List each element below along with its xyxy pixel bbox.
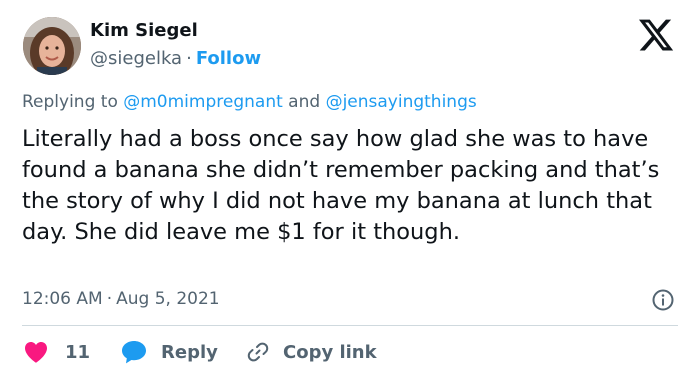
mention-link[interactable]: @m0mimpregnant xyxy=(123,92,283,112)
author-name[interactable]: Kim Siegel xyxy=(90,20,198,41)
tweet-timestamp[interactable]: 12:06 AM · Aug 5, 2021 xyxy=(22,289,220,309)
info-icon[interactable] xyxy=(651,288,675,312)
like-count: 11 xyxy=(65,341,91,363)
tweet-text: Literally had a boss once say how glad s… xyxy=(22,126,660,245)
divider xyxy=(22,325,678,326)
reply-conjunction: and xyxy=(288,92,321,112)
avatar[interactable] xyxy=(23,17,81,75)
reply-context: Replying to @m0mimpregnant and @jensayin… xyxy=(22,92,477,112)
follow-button[interactable]: Follow xyxy=(196,48,261,69)
handle-separator: · xyxy=(186,48,192,69)
reply-label: Reply xyxy=(161,341,218,363)
speech-bubble-icon xyxy=(122,341,146,364)
x-logo-icon[interactable] xyxy=(636,16,676,54)
tweet-date: Aug 5, 2021 xyxy=(116,289,220,309)
copy-link-label: Copy link xyxy=(283,341,377,363)
link-icon xyxy=(247,342,269,362)
tweet-time: 12:06 AM xyxy=(22,289,103,309)
mention-link[interactable]: @jensayingthings xyxy=(326,92,477,112)
timestamp-separator: · xyxy=(106,289,113,309)
author-handle-line: @siegelka · Follow xyxy=(90,48,261,69)
copy-link-button[interactable]: Copy link xyxy=(246,339,377,365)
reply-button[interactable]: Reply xyxy=(121,339,218,365)
like-button[interactable]: 11 xyxy=(24,339,90,365)
heart-icon xyxy=(25,342,47,363)
author-handle[interactable]: @siegelka xyxy=(90,48,182,69)
replying-to-label: Replying to xyxy=(22,92,118,112)
